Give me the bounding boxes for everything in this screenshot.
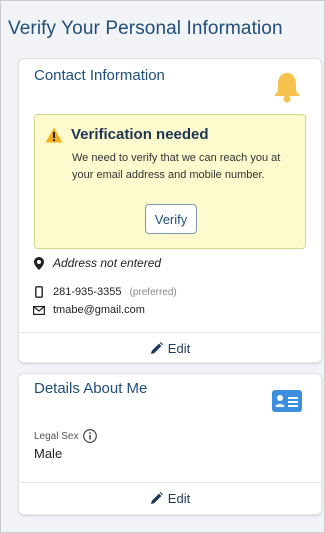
email-address: tmabe@gmail.com (53, 304, 145, 316)
details-card: Details About Me Legal Sex Male Edit (18, 373, 322, 515)
id-card-icon (272, 390, 302, 417)
details-card-title: Details About Me (34, 380, 148, 397)
verification-alert: Verification needed We need to verify th… (34, 114, 306, 249)
alert-title: Verification needed (71, 126, 209, 143)
bell-icon (272, 71, 302, 108)
contact-card: Contact Information Verification needed … (18, 58, 322, 363)
contact-edit-button[interactable]: Edit (19, 333, 321, 363)
warning-icon (45, 127, 63, 148)
phone-preferred-note: (preferred) (129, 286, 177, 298)
legal-sex-label: Legal Sex (34, 430, 79, 442)
envelope-icon (32, 305, 46, 315)
phone-number: 281-935-3355 (53, 286, 122, 298)
details-edit-label: Edit (167, 490, 191, 506)
address-text: Address not entered (53, 256, 162, 270)
legal-sex-value: Male (34, 446, 63, 461)
map-pin-icon (32, 256, 46, 270)
verify-button[interactable]: Verify (145, 204, 197, 234)
details-edit-button[interactable]: Edit (19, 483, 321, 513)
legal-sex-label-row: Legal Sex (34, 429, 98, 443)
email-line: tmabe@gmail.com (32, 304, 145, 316)
phone-line: 281-935-3355 (preferred) (32, 286, 177, 298)
page-title: Verify Your Personal Information (8, 18, 283, 39)
pencil-icon (150, 491, 163, 504)
mobile-phone-icon (32, 286, 46, 298)
contact-card-title: Contact Information (34, 67, 165, 84)
alert-message: We need to verify that we can reach you … (72, 152, 281, 181)
contact-edit-label: Edit (167, 340, 191, 356)
address-line: Address not entered (32, 256, 161, 270)
info-icon[interactable] (83, 429, 98, 443)
pencil-icon (150, 341, 163, 354)
